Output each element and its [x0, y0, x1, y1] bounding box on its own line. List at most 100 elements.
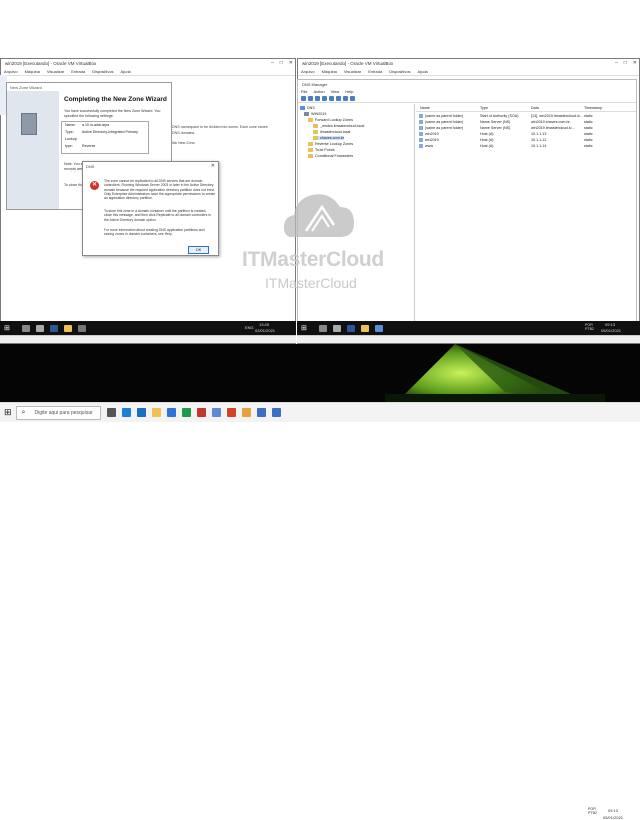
dns-menu-help[interactable]: Help [345, 89, 353, 94]
table-row[interactable]: www Host (A) 10.1.1.14 static [416, 144, 636, 149]
search-icon: ⌕ [21, 408, 26, 416]
table-row[interactable]: (same as parent folder) Name Server (NS) w… [416, 120, 636, 125]
maximize-icon[interactable]: □ [624, 60, 627, 66]
excel-icon[interactable] [181, 408, 191, 417]
server-manager-icon[interactable] [50, 324, 58, 332]
menu-visualizar[interactable]: Visualizar [47, 69, 64, 74]
tray-date[interactable]: 05/01/2021 [601, 328, 621, 333]
wizard-side-panel [7, 91, 59, 209]
close-icon[interactable]: ✕ [633, 60, 637, 66]
file-explorer-icon[interactable] [151, 408, 161, 417]
menu-ajuda[interactable]: Ajuda [418, 69, 428, 74]
dns-manager-title[interactable]: DNS Manager [298, 80, 636, 88]
edge-icon[interactable] [136, 408, 146, 417]
col-timestamp[interactable]: Timestamp [584, 106, 602, 110]
tree-item-reverse-zones[interactable]: Reverse Lookup Zones [308, 142, 353, 146]
dns-icon [300, 106, 305, 110]
col-type[interactable]: Type [480, 106, 488, 110]
host-tray-lang[interactable]: POR PTB2 [588, 807, 600, 815]
tree-item-conditional-forwarders[interactable]: Conditional Forwarders [308, 154, 353, 158]
host-search-box[interactable]: ⌕ Digite aqui para pesquisar [15, 405, 101, 420]
tree-item-chaves[interactable]: chaves.com.br [313, 136, 344, 140]
dialog-titlebar[interactable]: DNS ✕ [83, 162, 218, 170]
forward-icon[interactable] [308, 96, 313, 101]
tree-item-dns[interactable]: DNS [300, 106, 315, 110]
properties-icon[interactable] [322, 96, 327, 101]
virtualbox-vm-icon[interactable] [271, 408, 281, 417]
dns-menu-view[interactable]: View [331, 89, 340, 94]
table-row[interactable]: (same as parent folder) Start of Authorit… [416, 114, 636, 119]
maximize-icon[interactable]: □ [280, 60, 283, 66]
up-icon[interactable] [315, 96, 320, 101]
tree-item-msdcs[interactable]: _msdcs.itmastercloud.local [313, 124, 364, 128]
itmastercloud-logo [284, 194, 354, 237]
dns-menu-file[interactable]: File [301, 89, 307, 94]
ok-button[interactable]: OK [188, 246, 209, 254]
powerpoint-icon[interactable] [226, 408, 236, 417]
menu-entrada[interactable]: Entrada [368, 69, 382, 74]
menu-arquivo[interactable]: Arquivo [301, 69, 315, 74]
media-icon[interactable] [196, 408, 206, 417]
task-view-icon[interactable] [36, 324, 44, 332]
menu-maquina[interactable]: Máquina [25, 69, 40, 74]
server-manager-icon[interactable] [347, 324, 355, 332]
error-icon: ✕ [90, 181, 99, 190]
search-icon[interactable] [22, 324, 30, 332]
file-explorer-icon[interactable] [361, 324, 369, 332]
dns-menu-action[interactable]: Action [313, 89, 324, 94]
right-vm-titlebar[interactable]: win2019 [Executando] - Oracle VM Virtual… [298, 59, 639, 68]
word-icon[interactable] [211, 408, 221, 417]
tree-item-forward-zones[interactable]: Forward Lookup Zones [308, 118, 353, 122]
table-row[interactable]: (same as parent folder) Name Server (NS) w… [416, 126, 636, 131]
virtualbox-icon[interactable] [256, 408, 266, 417]
windows-start-icon[interactable]: ⊞ [4, 324, 10, 332]
table-row[interactable]: win2019 Host (A) 10.1.1.12 static [416, 138, 636, 143]
menu-maquina[interactable]: Máquina [322, 69, 337, 74]
tree-item-server[interactable]: WIN2019 [304, 112, 326, 116]
minimize-icon[interactable]: – [615, 60, 618, 66]
menu-dispositivos[interactable]: Dispositivos [389, 69, 410, 74]
dns-manager-taskbar-icon[interactable] [375, 324, 383, 332]
host-tray-time[interactable]: 09:13 [608, 808, 618, 813]
back-icon[interactable] [301, 96, 306, 101]
folder-icon [308, 154, 313, 158]
tray-lang[interactable]: ENG [245, 325, 254, 330]
menu-dispositivos[interactable]: Dispositivos [92, 69, 113, 74]
tree-item-trust-points[interactable]: Trust Points [308, 148, 335, 152]
task-view-icon[interactable] [333, 324, 341, 332]
col-data[interactable]: Data [531, 106, 539, 110]
windows-start-icon[interactable]: ⊞ [301, 324, 307, 332]
table-row[interactable]: win2019 Host (A) 10.1.1.13 static [416, 132, 636, 137]
mail-icon[interactable] [121, 408, 131, 417]
search-icon[interactable] [319, 324, 327, 332]
powershell-icon[interactable] [78, 324, 86, 332]
tray-lang[interactable]: POR PTB2 [585, 323, 597, 331]
tray-time[interactable]: 09:13 [605, 322, 615, 327]
col-name[interactable]: Name [420, 106, 430, 110]
tree-item-ilmastercloud[interactable]: ilmastercloud.local [313, 130, 350, 134]
app-icon[interactable] [241, 408, 251, 417]
refresh-icon[interactable] [329, 96, 334, 101]
wizard-heading: Completing the New Zone Wizard [64, 96, 167, 103]
menu-visualizar[interactable]: Visualizar [344, 69, 361, 74]
export-icon[interactable] [336, 96, 341, 101]
tray-date[interactable]: 02/01/2021 [255, 328, 275, 333]
tray-time[interactable]: 13:45 [259, 322, 269, 327]
new-record-icon[interactable] [350, 96, 355, 101]
minimize-icon[interactable]: – [271, 60, 274, 66]
wizard-titlebar[interactable]: New Zone Wizard [7, 83, 171, 91]
menu-ajuda[interactable]: Ajuda [121, 69, 131, 74]
windows-start-icon[interactable]: ⊞ [4, 407, 12, 418]
store-icon[interactable] [166, 408, 176, 417]
left-vm-titlebar[interactable]: win2019 [Executando] - Oracle VM Virtual… [1, 59, 295, 68]
close-icon[interactable]: ✕ [211, 163, 215, 169]
task-view-icon[interactable] [106, 408, 116, 417]
host-tray-date[interactable]: 05/01/2021 [603, 815, 623, 820]
summary-row: Lookup type: Reverse [65, 137, 96, 148]
help-icon[interactable] [343, 96, 348, 101]
menu-entrada[interactable]: Entrada [71, 69, 85, 74]
close-icon[interactable]: ✕ [289, 60, 293, 66]
menu-arquivo[interactable]: Arquivo [4, 69, 18, 74]
record-icon [419, 144, 423, 148]
file-explorer-icon[interactable] [64, 324, 72, 332]
